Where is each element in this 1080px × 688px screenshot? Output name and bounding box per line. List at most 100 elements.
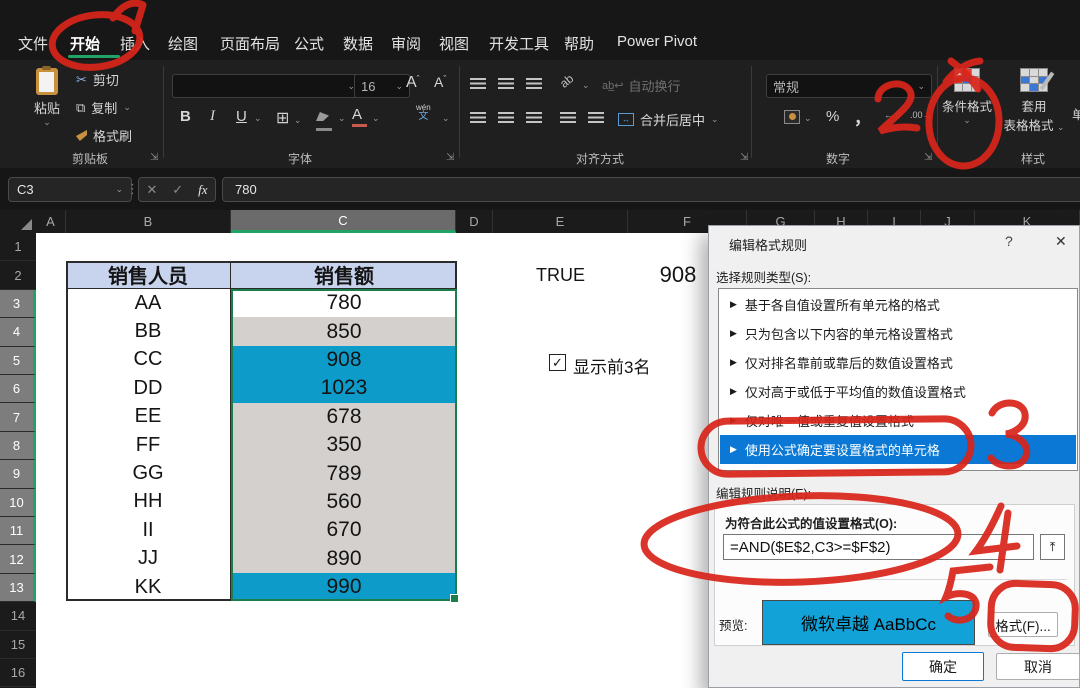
format-as-table-button[interactable]: 套用 表格格式 ⌄ bbox=[1000, 68, 1068, 134]
number-launcher-icon[interactable]: ⇲ bbox=[924, 152, 932, 163]
font-color-button[interactable]: A bbox=[352, 106, 367, 127]
menu-tab-4[interactable]: 页面布局 bbox=[220, 33, 280, 54]
menu-tab-6[interactable]: 数据 bbox=[343, 33, 373, 54]
cancel-button[interactable]: 取消 bbox=[996, 653, 1080, 680]
column-header-D[interactable]: D bbox=[456, 210, 493, 233]
copy-button[interactable]: ⧉ 复制 ⌄ bbox=[76, 98, 131, 117]
menu-tab-5[interactable]: 公式 bbox=[294, 33, 324, 54]
bold-button[interactable]: B bbox=[180, 108, 191, 125]
row-header-4[interactable]: 4 bbox=[0, 318, 36, 347]
table-cell-value-KK[interactable]: 990 bbox=[231, 573, 457, 602]
align-top-icon[interactable] bbox=[470, 78, 486, 89]
row-header-14[interactable]: 14 bbox=[0, 602, 36, 631]
align-center-icon[interactable] bbox=[498, 112, 514, 123]
phonetic-button[interactable]: wén 文 bbox=[416, 104, 431, 122]
orientation-icon[interactable]: ab bbox=[557, 71, 576, 90]
row-header-5[interactable]: 5 bbox=[0, 346, 36, 375]
row-header-1[interactable]: 1 bbox=[0, 233, 36, 262]
menu-tab-7[interactable]: 审阅 bbox=[391, 33, 421, 54]
row-header-16[interactable]: 16 bbox=[0, 659, 36, 688]
table-cell-value-FF[interactable]: 350 bbox=[231, 431, 457, 460]
table-cell-value-AA[interactable]: 780 bbox=[231, 289, 457, 318]
table-cell-name-BB[interactable]: BB bbox=[66, 317, 231, 346]
merge-center-button[interactable]: ↔ 合并后居中 ⌄ bbox=[618, 110, 719, 129]
decrease-indent-icon[interactable] bbox=[560, 112, 576, 123]
rule-type-option-6[interactable]: ▶ 使用公式确定要设置格式的单元格 bbox=[720, 435, 1076, 464]
decrease-decimal-icon[interactable]: .00→ bbox=[910, 110, 932, 120]
font-name-combo[interactable]: ⌄ bbox=[172, 74, 362, 98]
row-header-2[interactable]: 2 bbox=[0, 261, 36, 290]
row-header-15[interactable]: 15 bbox=[0, 631, 36, 659]
align-right-icon[interactable] bbox=[526, 112, 542, 123]
column-header-B[interactable]: B bbox=[66, 210, 231, 233]
cell-e2[interactable]: TRUE bbox=[493, 261, 628, 289]
table-cell-value-HH[interactable]: 560 bbox=[231, 487, 457, 517]
clipboard-launcher-icon[interactable]: ⇲ bbox=[150, 152, 158, 163]
table-cell-value-GG[interactable]: 789 bbox=[231, 459, 457, 488]
table-cell-name-AA[interactable]: AA bbox=[66, 289, 231, 318]
rule-type-option-5[interactable]: ▶ 仅对唯一值或重复值设置格式 bbox=[720, 406, 1076, 435]
table-cell-value-II[interactable]: 670 bbox=[231, 516, 457, 545]
rule-type-option-3[interactable]: ▶ 仅对排名靠前或靠后的数值设置格式 bbox=[720, 348, 1076, 377]
row-header-13[interactable]: 13 bbox=[0, 573, 36, 603]
row-header-12[interactable]: 12 bbox=[0, 545, 36, 574]
rule-type-option-1[interactable]: ▶ 基于各自值设置所有单元格的格式 bbox=[720, 290, 1076, 319]
fill-color-button[interactable] bbox=[316, 108, 332, 131]
collapse-dialog-button[interactable]: ⤒ bbox=[1040, 534, 1065, 560]
table-cell-name-II[interactable]: II bbox=[66, 516, 231, 545]
table-cell-value-EE[interactable]: 678 bbox=[231, 402, 457, 431]
italic-button[interactable]: I bbox=[210, 108, 215, 125]
conditional-formatting-button[interactable]: 条件格式 ⌄ bbox=[938, 68, 996, 126]
row-header-10[interactable]: 10 bbox=[0, 488, 36, 517]
grow-font-button[interactable]: Aˆ bbox=[406, 74, 420, 92]
comma-style-button[interactable]: ， bbox=[854, 104, 871, 129]
underline-dropdown[interactable]: ⌄ bbox=[254, 113, 262, 124]
borders-button[interactable]: ⊞ ⌄ bbox=[276, 108, 301, 128]
ok-button[interactable]: 确定 bbox=[902, 652, 984, 681]
menu-tab-3[interactable]: 绘图 bbox=[168, 33, 198, 54]
row-header-6[interactable]: 6 bbox=[0, 375, 36, 404]
table-cell-value-CC[interactable]: 908 bbox=[231, 345, 457, 375]
row-header-3[interactable]: 3 bbox=[0, 289, 36, 319]
paste-button[interactable]: 粘贴 ⌄ bbox=[24, 66, 70, 128]
rule-type-option-4[interactable]: ▶ 仅对高于或低于平均值的数值设置格式 bbox=[720, 377, 1076, 406]
column-header-C[interactable]: C bbox=[231, 210, 456, 233]
cut-button[interactable]: ✂ 剪切 bbox=[76, 70, 119, 89]
table-cell-name-DD[interactable]: DD bbox=[66, 374, 231, 403]
menu-tab-home[interactable]: 开始 bbox=[70, 33, 100, 54]
row-header-8[interactable]: 8 bbox=[0, 431, 36, 461]
format-button[interactable]: 格式(F)... bbox=[988, 612, 1058, 637]
font-color-dropdown[interactable]: ⌄ bbox=[372, 113, 380, 124]
table-cell-value-JJ[interactable]: 890 bbox=[231, 544, 457, 573]
table-cell-name-GG[interactable]: GG bbox=[66, 459, 231, 488]
increase-indent-icon[interactable] bbox=[588, 112, 604, 123]
table-cell-name-KK[interactable]: KK bbox=[66, 573, 231, 602]
table-cell-name-CC[interactable]: CC bbox=[66, 345, 231, 375]
orientation-dropdown[interactable]: ⌄ bbox=[582, 80, 590, 91]
row-header-7[interactable]: 7 bbox=[0, 403, 36, 432]
insert-function-icon[interactable]: fx bbox=[198, 182, 207, 198]
menu-tab-2[interactable]: 插入 bbox=[120, 33, 150, 54]
dialog-help-button[interactable]: ? bbox=[1005, 233, 1013, 249]
increase-decimal-icon[interactable]: ←.0 bbox=[884, 110, 901, 120]
dialog-close-button[interactable]: ✕ bbox=[1055, 233, 1067, 250]
table-cell-value-BB[interactable]: 850 bbox=[231, 317, 457, 346]
table-cell-name-HH[interactable]: HH bbox=[66, 487, 231, 517]
menu-tab-11[interactable]: Power Pivot bbox=[617, 33, 697, 50]
underline-button[interactable]: U bbox=[236, 108, 247, 125]
cancel-entry-icon[interactable]: ✕ bbox=[146, 182, 157, 198]
menu-tab-8[interactable]: 视图 bbox=[439, 33, 469, 54]
font-launcher-icon[interactable]: ⇲ bbox=[446, 152, 454, 163]
table-cell-value-DD[interactable]: 1023 bbox=[231, 374, 457, 403]
table-cell-name-EE[interactable]: EE bbox=[66, 402, 231, 431]
column-header-E[interactable]: E bbox=[493, 210, 628, 233]
alignment-launcher-icon[interactable]: ⇲ bbox=[740, 152, 748, 163]
menu-tab-file[interactable]: 文件 bbox=[18, 33, 48, 54]
row-header-9[interactable]: 9 bbox=[0, 460, 36, 489]
accounting-dropdown[interactable]: ⌄ bbox=[804, 113, 812, 124]
align-bottom-icon[interactable] bbox=[526, 78, 542, 89]
menu-tab-9[interactable]: 开发工具 bbox=[489, 33, 549, 54]
font-size-combo[interactable]: 16 ⌄ bbox=[354, 74, 410, 98]
confirm-entry-icon[interactable]: ✓ bbox=[172, 182, 183, 198]
accounting-format-icon[interactable] bbox=[784, 110, 800, 124]
